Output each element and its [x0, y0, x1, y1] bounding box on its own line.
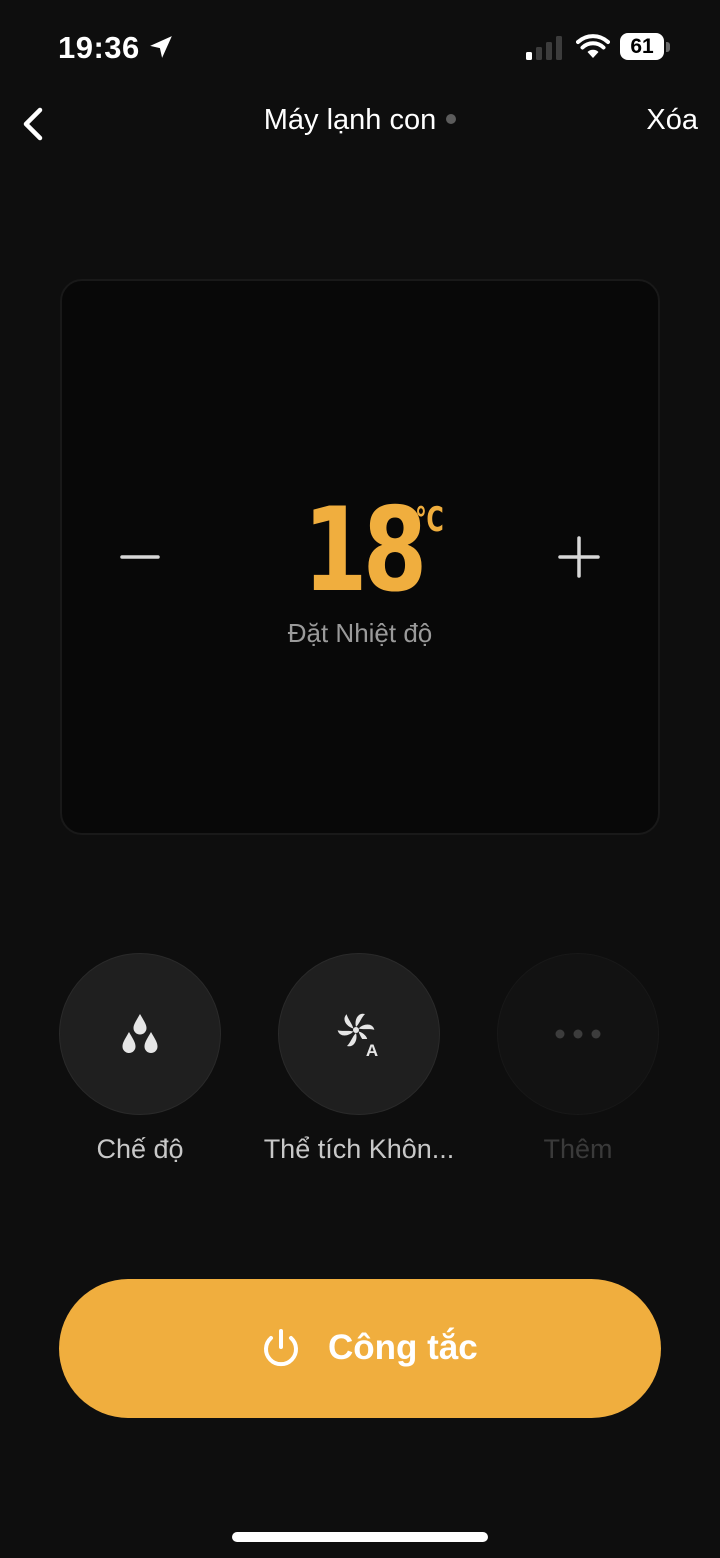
battery-level: 61 [630, 35, 654, 58]
svg-text:A: A [366, 1041, 378, 1059]
more-label: Thêm [543, 1134, 613, 1164]
fan-auto-icon: A [337, 1013, 382, 1059]
temperature-label: Đặt Nhiệt độ [287, 618, 433, 648]
nav-bar: Máy lạnh con Xóa [0, 96, 720, 152]
decrease-temperature-button[interactable] [120, 538, 160, 578]
temperature-value: 18 [303, 483, 427, 618]
mode-label: Chế độ [96, 1134, 184, 1164]
status-dot [446, 114, 457, 125]
mode-button[interactable] [59, 953, 221, 1115]
delete-button[interactable]: Xóa [646, 104, 698, 137]
device-name: Máy lạnh con [263, 104, 437, 136]
status-time: 19:36 [58, 30, 140, 65]
home-indicator[interactable] [232, 1532, 488, 1542]
fan-volume-label: Thể tích Khôn... [263, 1134, 455, 1164]
cellular-signal-icon [526, 36, 562, 60]
location-arrow-icon [150, 36, 172, 58]
water-drops-icon [122, 1014, 158, 1053]
status-bar: 19:36 61 [0, 0, 720, 96]
more-dots-icon [555, 1029, 601, 1039]
more-button[interactable] [497, 953, 659, 1115]
power-switch-label: Công tắc [328, 1328, 478, 1367]
increase-temperature-button[interactable] [558, 536, 600, 578]
wifi-icon [576, 34, 610, 58]
battery-indicator: 61 [620, 33, 670, 61]
page-title: Máy lạnh con [0, 104, 720, 137]
temperature-unit: ℃ [415, 500, 444, 540]
fan-volume-button[interactable]: A [278, 953, 440, 1115]
power-icon [264, 1329, 298, 1367]
